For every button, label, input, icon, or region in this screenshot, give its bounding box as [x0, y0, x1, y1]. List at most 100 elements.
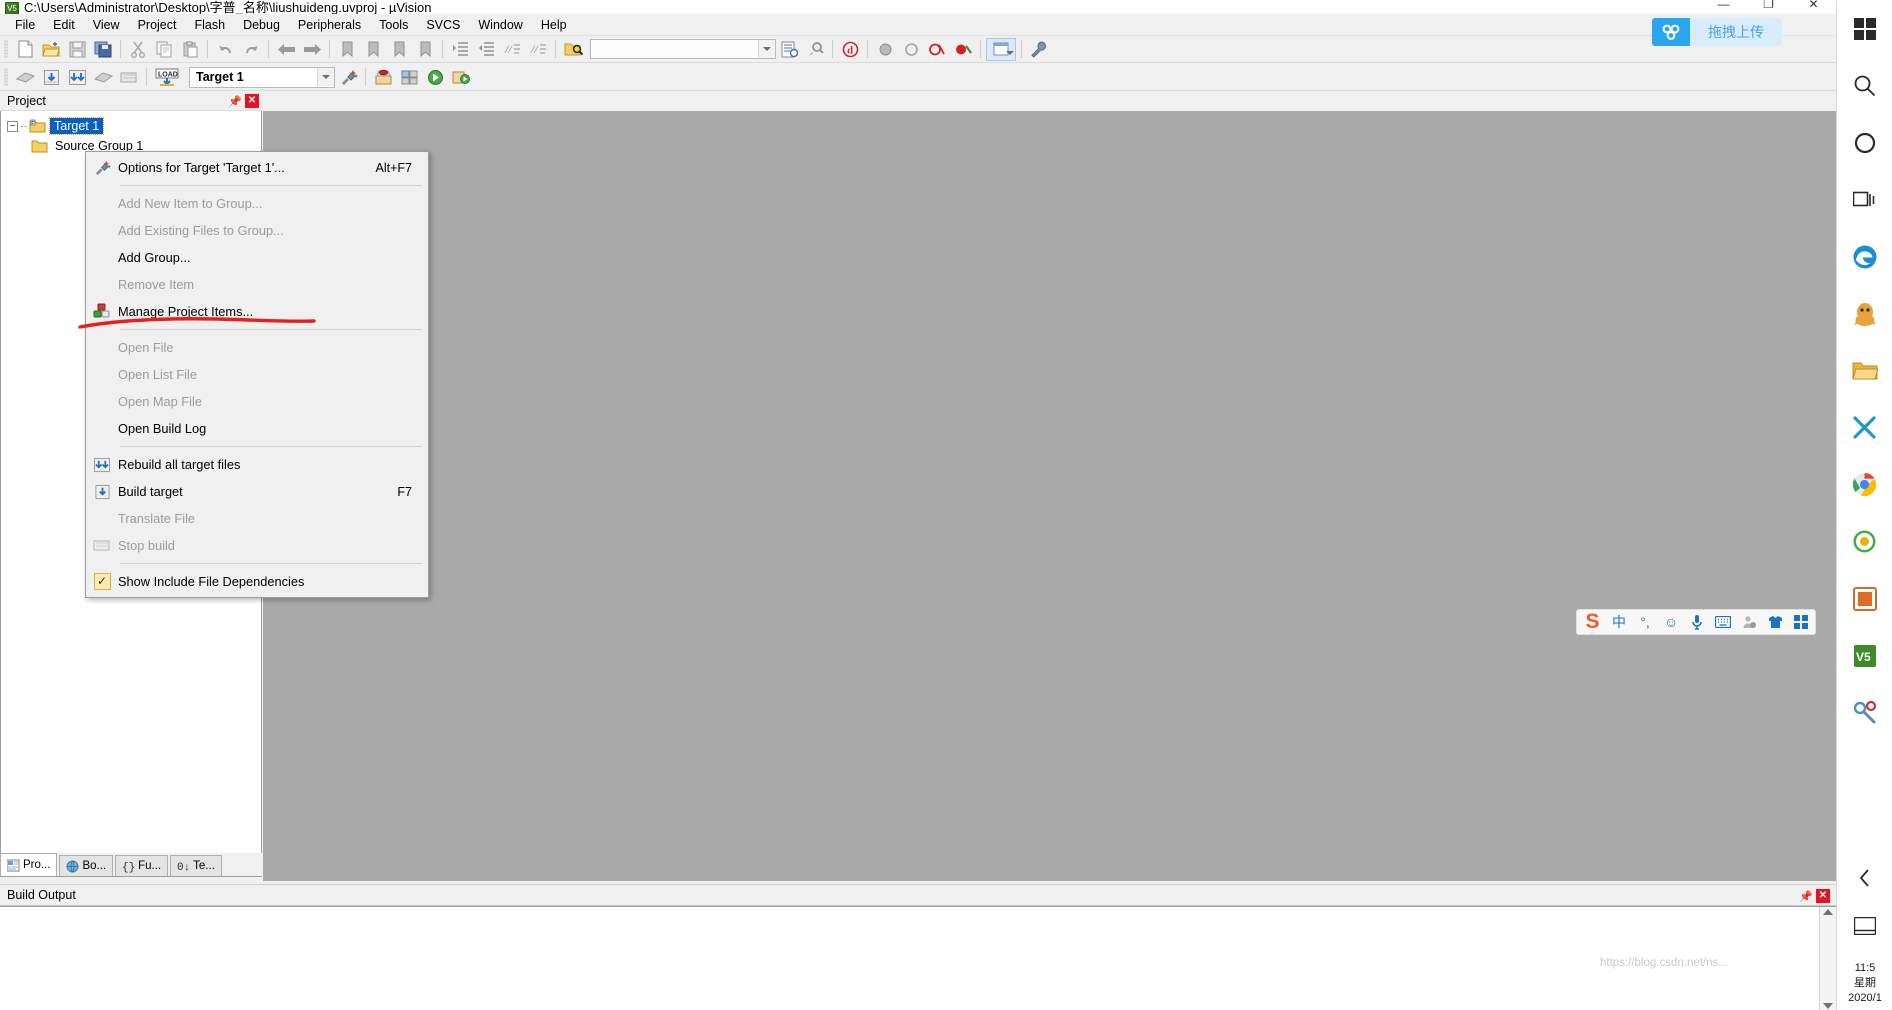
uncomment-icon[interactable]: //: [526, 38, 550, 61]
project-context-menu[interactable]: Options for Target 'Target 1'... Alt+F7 …: [85, 151, 429, 598]
qq-icon[interactable]: [1837, 285, 1892, 342]
navigate-forward-icon[interactable]: [300, 38, 324, 61]
tab-functions[interactable]: {} Fu...: [115, 855, 169, 876]
taskbar-clock[interactable]: 11:5 星期 2020/1: [1837, 961, 1892, 1006]
target-select-chevron-down-icon[interactable]: [317, 68, 334, 86]
build-output-scrollbar[interactable]: [1819, 907, 1836, 1010]
context-menu-item-manage-project-items[interactable]: Manage Project Items...: [86, 298, 428, 325]
drag-upload-widget[interactable]: 拖拽上传: [1652, 18, 1782, 46]
search-icon[interactable]: [1837, 57, 1892, 114]
ime-language-toggle[interactable]: 中: [1607, 611, 1631, 633]
context-menu-item-options-for-target[interactable]: Options for Target 'Target 1'... Alt+F7: [86, 154, 428, 181]
bookmark-next-icon[interactable]: [387, 38, 411, 61]
maximize-button[interactable]: ❐: [1746, 0, 1791, 15]
tab-project[interactable]: Pro...: [0, 853, 58, 876]
redo-icon[interactable]: [239, 38, 263, 61]
breakpoint-disable-all-icon[interactable]: [951, 38, 975, 61]
menu-peripherals[interactable]: Peripherals: [289, 15, 370, 35]
context-menu-item-add-group[interactable]: Add Group...: [86, 244, 428, 271]
context-menu-item-rebuild-all-target-files[interactable]: Rebuild all target files: [86, 451, 428, 478]
menu-tools[interactable]: Tools: [370, 15, 417, 35]
manage-components-icon[interactable]: [397, 66, 421, 89]
file-explorer-icon[interactable]: [1837, 342, 1892, 399]
ime-toolbox-icon[interactable]: [1789, 611, 1813, 633]
menu-view[interactable]: View: [84, 15, 129, 35]
build-output-body[interactable]: [0, 906, 1836, 1010]
configuration-icon[interactable]: [803, 38, 827, 61]
rebuild-all-icon[interactable]: [65, 66, 89, 89]
translate-file-icon[interactable]: [13, 66, 37, 89]
notification-icon[interactable]: [1837, 906, 1892, 946]
menu-svcs[interactable]: SVCS: [417, 15, 469, 35]
tab-templates[interactable]: 0↓ Te...: [170, 855, 222, 876]
tree-item-target[interactable]: Target 1: [48, 117, 105, 135]
window-layout-icon[interactable]: [986, 37, 1016, 61]
close-icon[interactable]: ✕: [245, 94, 259, 108]
context-menu-item-build-target[interactable]: Build target F7: [86, 478, 428, 505]
bookmark-clear-icon[interactable]: [413, 38, 437, 61]
windows-start-icon[interactable]: [1837, 0, 1892, 57]
open-file-icon[interactable]: [39, 38, 63, 61]
find-combo-chevron-down-icon[interactable]: [758, 40, 775, 58]
ime-punctuation-toggle[interactable]: °,: [1633, 611, 1657, 633]
cortana-icon[interactable]: [1837, 114, 1892, 171]
download-to-flash-icon[interactable]: LOAD: [152, 66, 182, 89]
stop-build-icon[interactable]: [117, 66, 141, 89]
toolbar-grip[interactable]: [4, 40, 8, 58]
navigate-back-icon[interactable]: [274, 38, 298, 61]
tree-expander-collapse-icon[interactable]: −: [7, 120, 18, 132]
run-to-main-icon[interactable]: [423, 66, 447, 89]
breakpoint-disable-icon[interactable]: [899, 38, 923, 61]
outdent-icon[interactable]: [474, 38, 498, 61]
new-file-icon[interactable]: [13, 38, 37, 61]
sogou-ime-bar[interactable]: S 中 °, ☺: [1576, 609, 1816, 635]
scroll-up-icon[interactable]: [1823, 909, 1833, 915]
ime-soft-keyboard-icon[interactable]: [1711, 611, 1735, 633]
indent-icon[interactable]: [448, 38, 472, 61]
copy-icon[interactable]: [152, 38, 176, 61]
chevron-left-icon[interactable]: [1837, 849, 1892, 906]
comment-icon[interactable]: //: [500, 38, 524, 61]
close-icon[interactable]: ✕: [1816, 889, 1830, 903]
menu-project[interactable]: Project: [129, 15, 186, 35]
pin-icon[interactable]: 📌: [1799, 889, 1813, 903]
menu-file[interactable]: File: [6, 15, 44, 35]
menu-flash[interactable]: Flash: [185, 15, 234, 35]
menu-help[interactable]: Help: [532, 15, 576, 35]
save-icon[interactable]: [65, 38, 89, 61]
settings-wrench-icon[interactable]: [1027, 38, 1051, 61]
paste-icon[interactable]: [178, 38, 202, 61]
save-all-icon[interactable]: [91, 38, 115, 61]
bookmark-list-icon[interactable]: [777, 38, 801, 61]
breakpoint-kill-all-icon[interactable]: [925, 38, 949, 61]
find-in-files-icon[interactable]: [561, 38, 585, 61]
build-target-icon[interactable]: [39, 66, 63, 89]
tools-icon[interactable]: [1837, 684, 1892, 741]
pack-installer-icon[interactable]: [371, 66, 395, 89]
find-input[interactable]: [591, 42, 758, 56]
bookmark-prev-icon[interactable]: [361, 38, 385, 61]
ime-voice-input-icon[interactable]: [1685, 611, 1709, 633]
uvision-icon[interactable]: V5: [1837, 627, 1892, 684]
close-button[interactable]: ✕: [1791, 0, 1836, 15]
ime-emoji-icon[interactable]: ☺: [1659, 611, 1683, 633]
menu-window[interactable]: Window: [469, 15, 531, 35]
ime-user-account-icon[interactable]: [1737, 611, 1761, 633]
chrome-icon[interactable]: [1837, 456, 1892, 513]
browser-icon[interactable]: [1837, 513, 1892, 570]
find-combo[interactable]: [590, 39, 776, 59]
checkbox-checked-icon[interactable]: ✓: [86, 568, 118, 595]
photos-icon[interactable]: [1837, 570, 1892, 627]
task-view-icon[interactable]: [1837, 171, 1892, 228]
bookmark-toggle-icon[interactable]: [335, 38, 359, 61]
minimize-button[interactable]: —: [1701, 0, 1746, 15]
wechat-icon[interactable]: [1837, 399, 1892, 456]
batch-build-icon[interactable]: [91, 66, 115, 89]
menu-edit[interactable]: Edit: [44, 15, 84, 35]
tree-row[interactable]: − Target 1: [1, 116, 261, 136]
ime-skin-icon[interactable]: [1763, 611, 1787, 633]
start-debug-icon[interactable]: [449, 66, 473, 89]
target-options-icon[interactable]: [336, 66, 360, 89]
cut-icon[interactable]: [126, 38, 150, 61]
toolbar-grip[interactable]: [4, 68, 8, 86]
